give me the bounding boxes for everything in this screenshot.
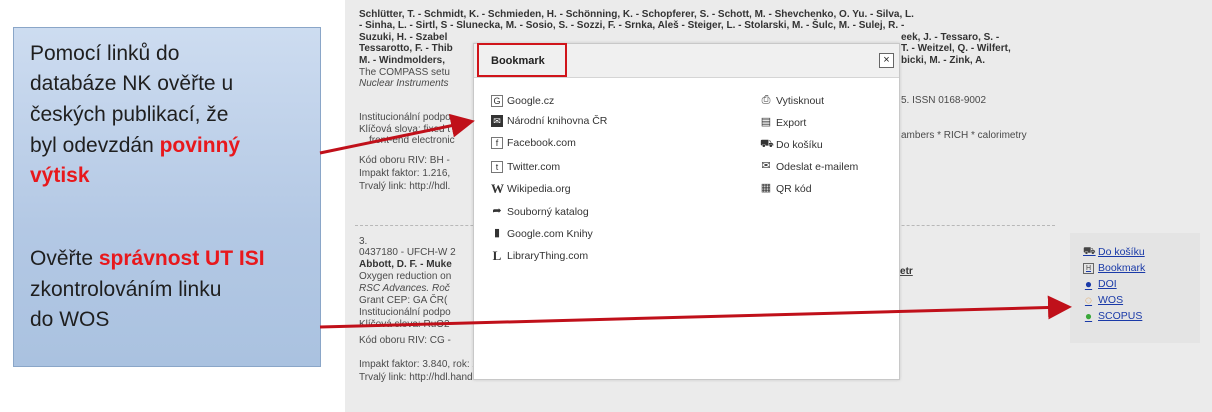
record-journal: Nuclear Instruments — [359, 78, 449, 89]
bookmark-wikipedia[interactable]: W Wikipedia.org — [491, 181, 571, 196]
record-authors: Suzuki, H. - Szabel — [359, 32, 448, 43]
callout-line: byl odevzdán povinný — [30, 134, 241, 157]
record-link: Trvalý link: http://hdl. — [359, 181, 451, 192]
dialog-title-highlight — [477, 43, 567, 77]
record-riv: Kód oboru RIV: BH - — [359, 155, 450, 166]
bookmark-facebook[interactable]: f Facebook.com — [491, 137, 576, 149]
record-title: The COMPASS setu — [359, 67, 450, 78]
record-links-panel: ⛟ Do košíku H Bookmark ● DOI ◌ WOS ● SCOPUS — [1070, 233, 1200, 343]
callout-line: do WOS — [30, 308, 110, 331]
bookmark-twitter[interactable]: t Twitter.com — [491, 161, 560, 173]
record-keywords: ambers * RICH * calorimetry — [901, 130, 1027, 141]
record-authors: Schlütter, T. - Schmidt, K. - Schmieden,… — [359, 9, 914, 20]
google-icon: G — [491, 95, 503, 107]
record-keywords: Klíčová slova: fixed t — [359, 124, 451, 135]
bookmark-google-books[interactable]: ▮ Google.com Knihy — [491, 227, 593, 241]
bookmark-librarything[interactable]: L LibraryThing.com — [491, 248, 588, 263]
envelope-icon: ✉ — [761, 160, 771, 172]
link-scopus[interactable]: ● SCOPUS — [1083, 310, 1142, 322]
record-impact: Impakt faktor: 1.216, — [359, 168, 451, 179]
callout-line: databáze NK ověřte u — [30, 72, 234, 95]
record-authors: M. - Windmolders, — [359, 55, 446, 66]
printer-icon: ⎙ — [761, 94, 771, 106]
callout-line: českých publikací, že — [30, 103, 229, 126]
action-add-to-basket[interactable]: ⛟ Do košíku — [760, 138, 823, 152]
record-title: Oxygen reduction on — [359, 271, 452, 282]
link-do-kosiku[interactable]: ⛟ Do košíku — [1083, 246, 1145, 258]
record-authors: T. - Weitzel, Q. - Wilfert, — [901, 43, 1011, 54]
record-authors: eek, J. - Tessaro, S. - — [901, 32, 1000, 43]
wos-icon: ◌ — [1084, 293, 1093, 307]
action-print[interactable]: ⎙ Vytisknout — [760, 94, 824, 108]
bookmark-dialog: Bookmark × G Google.cz ✉ Národní knihovna … — [473, 43, 900, 380]
instruction-callout: Pomocí linků do databáze NK ověřte u čes… — [13, 27, 321, 367]
action-qr-code[interactable]: ▦ QR kód — [760, 182, 812, 196]
link-bookmark[interactable]: H Bookmark — [1083, 262, 1145, 274]
bookmark-nk-cr[interactable]: ✉ Národní knihovna ČR — [491, 115, 607, 127]
bookmark-souborny-katalog[interactable]: ➦ Souborný katalog — [491, 205, 588, 219]
record-number: 3. — [359, 236, 368, 247]
basket-icon: ⛟ — [760, 138, 774, 150]
record-support: Institucionální podpo — [359, 112, 451, 123]
action-send-email[interactable]: ✉ Odeslat e-mailem — [760, 160, 858, 174]
export-icon: ▤ — [760, 116, 772, 128]
dialog-header: Bookmark × — [474, 43, 899, 78]
wikipedia-icon: W — [491, 181, 504, 196]
link-doi[interactable]: ● DOI — [1083, 278, 1117, 290]
close-button[interactable]: × — [879, 53, 894, 68]
envelope-icon: ✉ — [491, 115, 503, 127]
record-issn: 5. ISSN 0168-9002 — [901, 95, 987, 106]
highlight-vytisk: výtisk — [30, 164, 90, 187]
share-icon: ➦ — [492, 205, 502, 217]
librarything-icon: L — [492, 248, 502, 263]
scopus-icon: ● — [1084, 309, 1093, 323]
basket-icon: ⛟ — [1083, 246, 1096, 257]
record-authors: - Sinha, L. - Sirtl, S - Slunecka, M. - … — [359, 20, 905, 31]
action-export[interactable]: ▤ Export — [760, 116, 807, 130]
record-authors: Tessarotto, F. - Thib — [359, 43, 453, 54]
highlight-ut-isi: správnost UT ISI — [98, 247, 265, 270]
callout-line: zkontrolováním linku — [30, 278, 222, 301]
record-support: Institucionální podpo — [359, 307, 451, 318]
record-keywords: front-end electronic — [369, 135, 455, 146]
bookmark-icon: H — [1083, 262, 1094, 274]
link-wos[interactable]: ◌ WOS — [1083, 294, 1123, 306]
facebook-icon: f — [491, 137, 503, 149]
bookmark-google[interactable]: G Google.cz — [491, 95, 554, 107]
book-icon: ▮ — [493, 227, 501, 239]
highlight-povinny: povinný — [159, 134, 241, 157]
record-grant: Grant CEP: GA ČR( — [359, 295, 448, 306]
record-riv: Kód oboru RIV: CG - — [359, 335, 451, 346]
record-keywords: Klíčová slova: RuO2- — [359, 319, 453, 330]
callout-line: Ověřte správnost UT ISI — [30, 247, 265, 270]
twitter-icon: t — [491, 161, 503, 173]
record-authors: Abbott, D. F. - Muke — [359, 259, 452, 270]
record-id: 0437180 - UFCH-W 2 — [359, 247, 456, 258]
callout-line: výtisk — [30, 162, 320, 189]
callout-line: Pomocí linků do — [30, 42, 180, 65]
record-journal: RSC Advances. Roč — [359, 283, 450, 294]
qr-code-icon: ▦ — [760, 182, 772, 194]
doi-icon: ● — [1084, 277, 1093, 291]
record-authors: bicki, M. - Zink, A. — [901, 55, 986, 66]
